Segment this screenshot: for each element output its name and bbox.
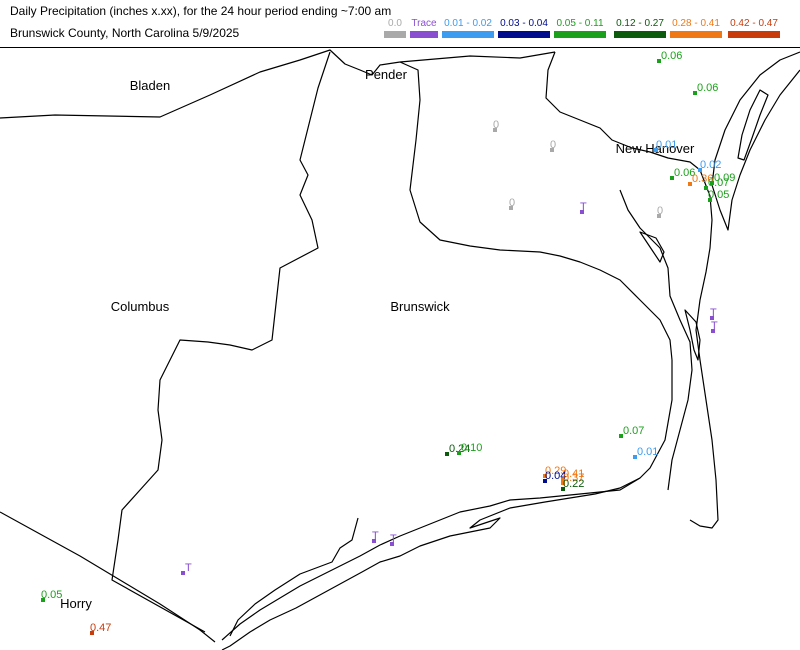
legend-swatch	[498, 31, 550, 38]
station-value-label: 0.01	[637, 446, 658, 458]
county-boundary-bladen	[0, 49, 401, 119]
station-value-label: 0	[550, 139, 556, 151]
station-value-label: T	[390, 533, 397, 545]
station-value-label: 0.22	[563, 478, 584, 490]
legend-item: 0.42 - 0.47	[728, 18, 780, 42]
county-label-bladen: Bladen	[130, 78, 170, 93]
station-value-label: 0.05	[708, 189, 729, 201]
legend-swatch	[670, 31, 722, 38]
station-value-label: 0.09	[714, 172, 735, 184]
legend-label: 0.42 - 0.47	[730, 18, 778, 29]
station-value-label: 0.47	[90, 622, 111, 634]
map-header: Daily Precipitation (inches x.xx), for t…	[0, 0, 800, 48]
legend-item: 0.0	[384, 18, 406, 42]
legend-swatch	[614, 31, 666, 38]
station-value-label: T	[185, 562, 192, 574]
station-markers: 0.060.0600 0.01T0.020.060.360.070.090.050…	[41, 50, 735, 635]
station-value-label: 0.01	[656, 139, 677, 151]
county-boundary-pender-brunswick	[221, 61, 673, 641]
legend-item: 0.05 - 0.11	[554, 18, 606, 42]
station-value-label: 0.05	[41, 589, 62, 601]
legend-swatch	[728, 31, 780, 38]
legend-item: 0.03 - 0.04	[498, 18, 550, 42]
legend-label: 0.28 - 0.41	[672, 18, 720, 29]
station-value-label: 0.10	[461, 442, 482, 454]
legend-swatch	[410, 31, 438, 38]
station-value-label: T	[580, 201, 587, 213]
county-boundary-pender-north	[399, 51, 556, 63]
county-label-pender: Pender	[365, 67, 408, 82]
page: Daily Precipitation (inches x.xx), for t…	[0, 0, 800, 650]
legend-label: 0.12 - 0.27	[616, 18, 664, 29]
river-island	[639, 231, 665, 263]
station-value-label: 0.06	[697, 82, 718, 94]
barrier-island-inner	[737, 89, 769, 161]
legend-label: 0.03 - 0.04	[500, 18, 548, 29]
legend-item: 0.01 - 0.02	[442, 18, 494, 42]
station-value-label: T	[710, 307, 717, 319]
brunswick-inlet-line	[229, 517, 359, 637]
precipitation-map: Bladen Pender New Hanover Columbus Bruns…	[0, 49, 800, 650]
legend-item: 0.12 - 0.27	[614, 18, 666, 42]
legend-label: 0.05 - 0.11	[556, 18, 604, 29]
legend-item: 0.28 - 0.41	[670, 18, 722, 42]
legend-swatch	[554, 31, 606, 38]
legend-swatch	[442, 31, 494, 38]
map-title: Daily Precipitation (inches x.xx), for t…	[10, 4, 392, 18]
brunswick-coastline	[221, 477, 641, 650]
legend-swatch	[384, 31, 406, 38]
map-subtitle: Brunswick County, North Carolina 5/9/202…	[10, 26, 240, 40]
station-value-label: 0.06	[661, 50, 682, 62]
cape-fear-river-west	[619, 189, 693, 491]
legend-label: Trace	[411, 18, 437, 29]
barrier-island-northeast	[711, 51, 800, 231]
county-boundary-bladen-columbus	[111, 51, 331, 633]
station-value-label: 0.07	[623, 425, 644, 437]
station-value-label: T	[711, 320, 718, 332]
station-value-label: 0.02	[700, 159, 721, 171]
station-value-label: 0	[509, 197, 515, 209]
legend-item: Trace	[410, 18, 438, 42]
legend-label: 0.01 - 0.02	[444, 18, 492, 29]
station-value-label: T	[372, 530, 379, 542]
station-value-label: 0	[657, 205, 663, 217]
legend-label: 0.0	[388, 18, 402, 29]
county-label-horry: Horry	[60, 596, 92, 611]
county-label-columbus: Columbus	[111, 299, 170, 314]
county-label-brunswick: Brunswick	[390, 299, 450, 314]
station-value-label: 0	[493, 119, 499, 131]
